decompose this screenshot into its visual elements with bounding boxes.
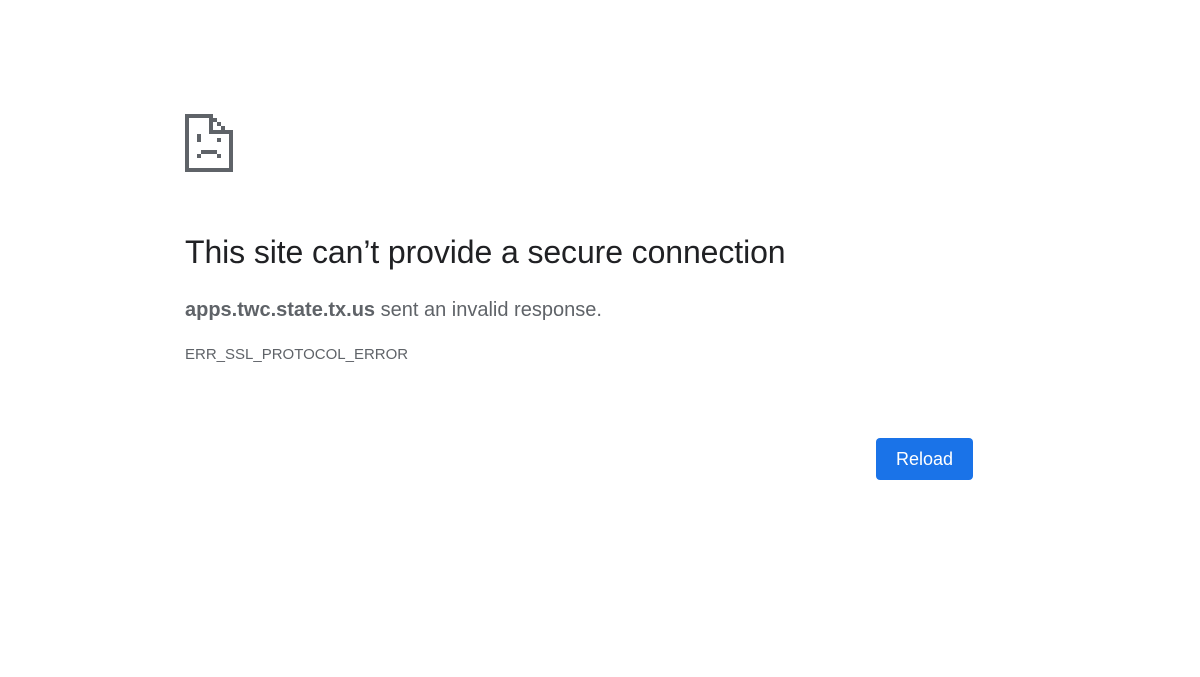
site-host: apps.twc.state.tx.us bbox=[185, 299, 376, 321]
page-title: This site can’t provide a secure connect… bbox=[185, 234, 786, 270]
sad-page-icon bbox=[185, 114, 233, 172]
error-code: ERR_SSL_PROTOCOL_ERROR bbox=[185, 346, 409, 363]
error-summary: apps.twc.state.tx.us sent an invalid res… bbox=[185, 296, 602, 324]
reload-button[interactable]: Reload bbox=[876, 438, 973, 480]
summary-message: sent an invalid response. bbox=[375, 299, 602, 321]
